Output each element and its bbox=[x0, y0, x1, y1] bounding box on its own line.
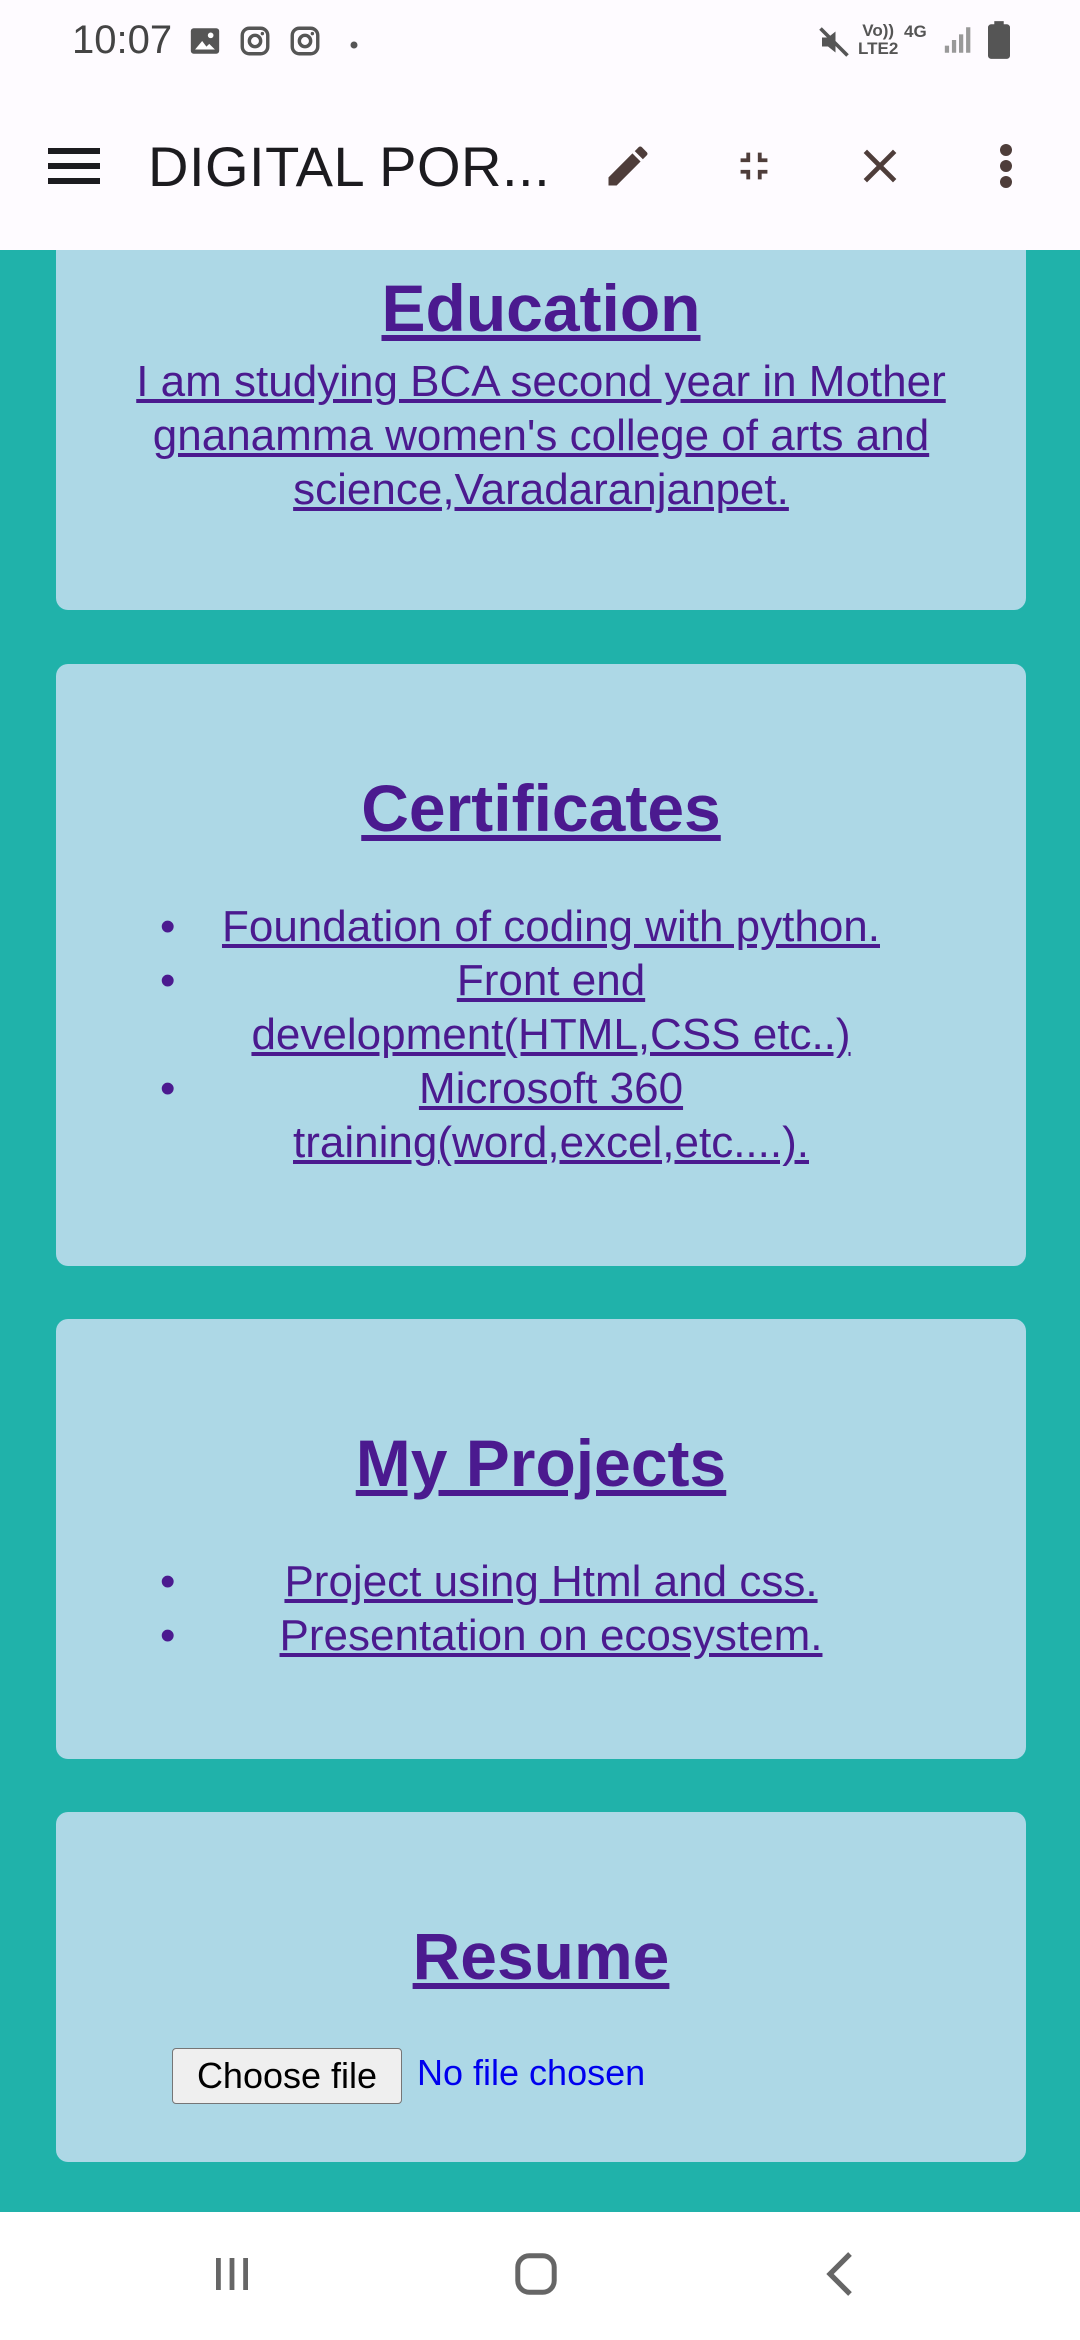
resume-heading: Resume bbox=[412, 1919, 670, 1993]
instagram-icon bbox=[238, 24, 272, 63]
app-bar: DIGITAL POR... bbox=[0, 84, 1080, 250]
network-volte-label: Vo)) LTE2 bbox=[858, 22, 898, 58]
file-status-text: No file chosen bbox=[417, 2052, 646, 2093]
projects-heading: My Projects bbox=[355, 1426, 727, 1500]
close-icon bbox=[858, 144, 902, 193]
education-text: I am studying BCA second year in Mother … bbox=[136, 357, 946, 514]
lte-label: LTE2 bbox=[858, 39, 899, 58]
network-type-label: 4G bbox=[904, 22, 927, 41]
menu-button[interactable] bbox=[34, 128, 114, 208]
certificate-item: Front end development(HTML,CSS etc..) bbox=[251, 956, 851, 1059]
mute-icon bbox=[816, 24, 852, 65]
volte-label: Vo)) bbox=[862, 21, 895, 40]
back-icon bbox=[822, 2250, 858, 2303]
close-button[interactable] bbox=[840, 128, 920, 208]
more-vert-icon bbox=[998, 142, 1014, 195]
battery-icon bbox=[988, 20, 1010, 65]
back-button[interactable] bbox=[800, 2244, 880, 2308]
status-time: 10:07 bbox=[72, 18, 173, 62]
certificate-item: Foundation of coding with python. bbox=[221, 902, 880, 951]
list-item: • Project using Html and css. bbox=[160, 1555, 886, 1609]
recents-icon bbox=[212, 2254, 252, 2299]
navigation-bar bbox=[0, 2212, 1080, 2340]
certificates-heading: Certificates bbox=[361, 771, 721, 845]
fullscreen-exit-button[interactable] bbox=[714, 128, 794, 208]
more-options-button[interactable] bbox=[966, 128, 1046, 208]
project-item: Presentation on ecosystem. bbox=[279, 1611, 823, 1660]
instagram-icon bbox=[288, 24, 322, 63]
list-item: • Foundation of coding with python. bbox=[160, 900, 886, 954]
page-title: DIGITAL POR... bbox=[148, 135, 551, 198]
certificates-card: Certificates • Foundation of coding with… bbox=[56, 664, 1026, 1266]
edit-icon bbox=[602, 140, 654, 197]
menu-icon bbox=[48, 146, 100, 191]
education-card: Education I am studying BCA second year … bbox=[56, 250, 1026, 610]
page-content[interactable]: Education I am studying BCA second year … bbox=[0, 250, 1080, 2212]
status-bar: 10:07 Vo)) LTE2 4G bbox=[0, 0, 1080, 84]
dot-icon bbox=[350, 36, 358, 54]
resume-card: Resume Choose file No file chosen bbox=[56, 1812, 1026, 2162]
choose-file-button[interactable]: Choose file bbox=[172, 2048, 402, 2104]
home-icon bbox=[513, 2251, 559, 2302]
projects-card: My Projects • Project using Html and css… bbox=[56, 1319, 1026, 1759]
recents-button[interactable] bbox=[192, 2244, 272, 2308]
bullet-icon: • bbox=[160, 1064, 176, 1113]
signal-icon bbox=[942, 22, 976, 63]
list-item: • Presentation on ecosystem. bbox=[160, 1609, 886, 1663]
list-item: • Microsoft 360 training(word,excel,etc.… bbox=[160, 1062, 886, 1170]
bullet-icon: • bbox=[160, 956, 176, 1005]
gallery-icon bbox=[188, 24, 222, 63]
list-item: • Front end development(HTML,CSS etc..) bbox=[160, 954, 886, 1062]
bullet-icon: • bbox=[160, 1557, 176, 1606]
projects-list: • Project using Html and css. • Presenta… bbox=[160, 1555, 886, 1663]
certificates-list: • Foundation of coding with python. • Fr… bbox=[160, 900, 886, 1170]
bullet-icon: • bbox=[160, 1611, 176, 1660]
project-item: Project using Html and css. bbox=[284, 1557, 818, 1606]
education-heading: Education bbox=[381, 271, 701, 345]
edit-button[interactable] bbox=[588, 128, 668, 208]
certificate-item: Microsoft 360 training(word,excel,etc...… bbox=[293, 1064, 809, 1167]
home-button[interactable] bbox=[496, 2244, 576, 2308]
bullet-icon: • bbox=[160, 902, 176, 951]
fullscreen-exit-icon bbox=[731, 143, 777, 194]
